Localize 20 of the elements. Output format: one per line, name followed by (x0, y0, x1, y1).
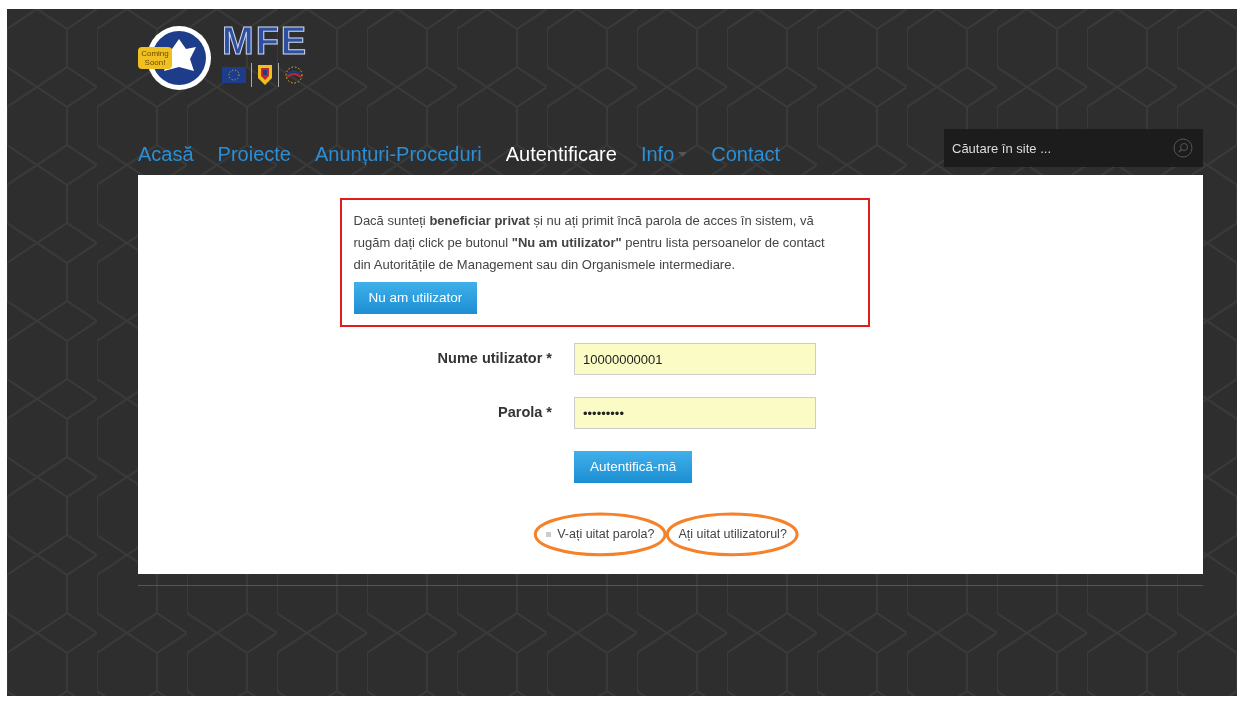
notice-text: Dacă sunteți beneficiar privat și nu ați primit încă parola de acces în sistem, vă rugăm dați click pe butonul "Nu am utilizator" pentru lista persoanelor de contact din Autoritățile de Management sau din Organismele intermediare. (353, 212, 826, 274)
coming-soon-sign: Coming Soon! (138, 47, 172, 69)
nav-link[interactable]: Acasă (138, 142, 194, 166)
input-field[interactable]: 10000000001 (574, 343, 816, 375)
search-field[interactable]: Căutare în site ... (944, 129, 1203, 167)
login-button[interactable]: Autentifică-mă (574, 451, 693, 483)
nav-link[interactable]: Anunțuri-Proceduri (314, 142, 482, 166)
nav-link[interactable]: Proiecte (217, 142, 291, 166)
circle-stars-icon (284, 65, 304, 85)
nav-link[interactable]: Contact (711, 142, 781, 166)
search-icon (1173, 138, 1193, 158)
field-label: Parola * (497, 403, 552, 423)
coat-of-arms-icon (257, 64, 273, 86)
nav-link[interactable]: Info (640, 142, 688, 166)
nav-link[interactable]: Autentificare (505, 142, 617, 166)
eu-flag-icon (222, 67, 246, 83)
field-label: Nume utilizator * (436, 349, 552, 369)
no-user-button[interactable]: Nu am utilizator (353, 282, 478, 314)
logo-wordmark: MFE (222, 21, 309, 61)
input-field[interactable]: ••••••••• (574, 397, 816, 429)
